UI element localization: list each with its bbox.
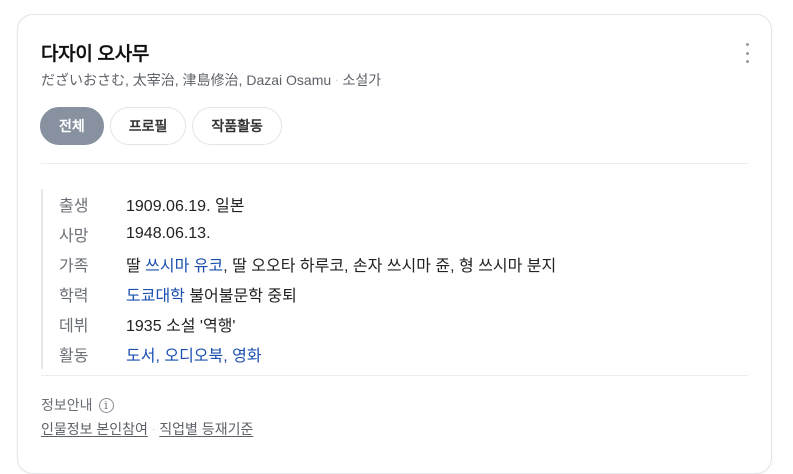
more-options-icon[interactable]: [741, 43, 753, 63]
info-row-family: 가족 딸 쓰시마 유코, 딸 오오타 하루코, 손자 쓰시마 쥰, 형 쓰시마 …: [59, 249, 556, 279]
person-name: 다자이 오사무: [41, 44, 150, 65]
family-rest: , 딸 오오타 하루코, 손자 쓰시마 쥰, 형 쓰시마 분지: [223, 258, 557, 275]
info-row-activity: 활동 도서, 오디오북, 영화: [59, 339, 556, 369]
activity-link-books[interactable]: 도서: [126, 348, 155, 365]
person-info-card: 다자이 오사무 だざいおさむ, 太宰治, 津島修治, Dazai Osamu · 소…: [17, 14, 772, 474]
family-link[interactable]: 쓰시마 유코: [145, 258, 223, 275]
info-notice: 정보안내 i: [41, 395, 114, 415]
activity-separator: ,: [223, 348, 233, 365]
activity-link-audiobooks[interactable]: 오디오북: [164, 348, 223, 365]
person-subtitle: だざいおさむ, 太宰治, 津島修治, Dazai Osamu · 소설가: [41, 70, 381, 90]
subtitle-separator: ·: [335, 75, 339, 86]
activity-separator: ,: [155, 348, 165, 365]
info-list: 출생 1909.06.19. 일본 사망 1948.06.13. 가족 딸 쓰시…: [41, 189, 556, 369]
education-link[interactable]: 도쿄대학: [126, 288, 185, 305]
tab-all[interactable]: 전체: [40, 107, 104, 145]
info-row-education: 학력 도쿄대학 불어불문학 중퇴: [59, 279, 556, 309]
info-row-debut: 데뷔 1935 소설 '역행': [59, 309, 556, 339]
family-prefix: 딸: [126, 258, 146, 275]
more-dot: [745, 51, 749, 55]
tab-works[interactable]: 작품활동: [192, 107, 282, 145]
education-rest: 불어불문학 중퇴: [184, 288, 297, 305]
info-label: 사망: [59, 228, 89, 245]
info-value: 1935 소설 '역행': [126, 318, 236, 335]
info-value: 1909.06.19. 일본: [126, 198, 245, 215]
info-value: 딸 쓰시마 유코, 딸 오오타 하루코, 손자 쓰시마 쥰, 형 쓰시마 분지: [126, 252, 556, 276]
tab-bar: 전체 프로필 작품활동: [40, 107, 282, 145]
footer-separator: ·: [151, 424, 156, 435]
activity-link-movies[interactable]: 영화: [232, 348, 261, 365]
footer-links: 인물정보 본인참여 · 직업별 등재기준: [41, 419, 253, 439]
info-label: 활동: [59, 348, 89, 365]
info-row-birth: 출생 1909.06.19. 일본: [59, 189, 556, 219]
divider-top: [41, 163, 748, 164]
tab-profile[interactable]: 프로필: [109, 107, 187, 145]
info-row-death: 사망 1948.06.13.: [59, 219, 556, 249]
person-occupation: 소설가: [342, 72, 382, 88]
info-value: 1948.06.13.: [126, 225, 211, 242]
self-participation-link[interactable]: 인물정보 본인참여: [41, 421, 148, 437]
info-label: 학력: [59, 288, 89, 305]
more-dot: [745, 60, 749, 63]
info-value: 도쿄대학 불어불문학 중퇴: [126, 282, 297, 306]
info-value: 도서, 오디오북, 영화: [126, 342, 262, 366]
divider-bottom: [41, 375, 748, 376]
info-label: 데뷔: [59, 318, 89, 335]
info-label: 출생: [59, 198, 89, 215]
info-label: 가족: [59, 258, 89, 275]
person-aliases: だざいおさむ, 太宰治, 津島修治, Dazai Osamu: [41, 72, 332, 88]
more-dot: [745, 43, 749, 46]
listing-criteria-link[interactable]: 직업별 등재기준: [159, 421, 253, 437]
info-circle-icon[interactable]: i: [98, 397, 114, 413]
info-notice-label: 정보안내: [41, 397, 93, 413]
